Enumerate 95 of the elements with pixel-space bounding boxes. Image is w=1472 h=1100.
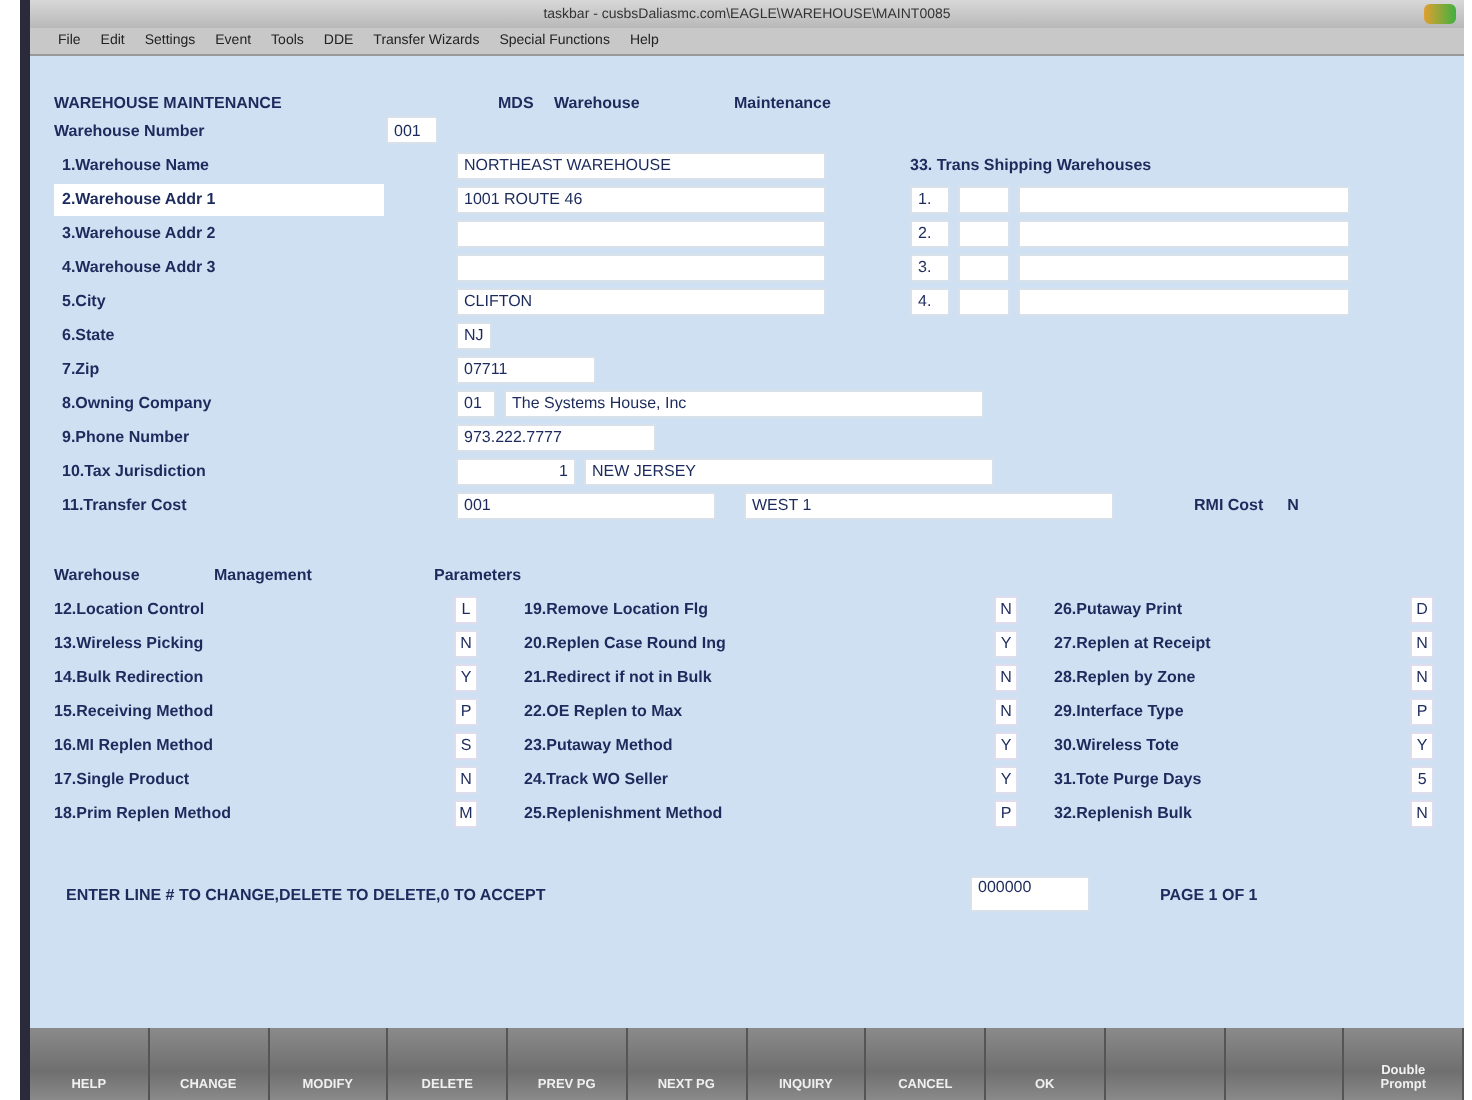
- parameter-value[interactable]: M: [454, 799, 478, 827]
- field-label: RMI Cost: [1194, 496, 1264, 514]
- input-field[interactable]: [1018, 253, 1350, 281]
- parameter-label: 21.Redirect if not in Bulk: [524, 668, 714, 686]
- parameter-value[interactable]: N: [1410, 799, 1434, 827]
- parameter-label: 27.Replen at Receipt: [1054, 634, 1213, 652]
- action-label: Maintenance: [734, 93, 831, 111]
- input-field[interactable]: 07711: [456, 355, 596, 383]
- field-label: 3.Warehouse Addr 2: [60, 222, 218, 246]
- parameter-label: 32.Replenish Bulk: [1054, 804, 1194, 822]
- field-label: 2.Warehouse Addr 1: [54, 183, 384, 215]
- parameter-label: 18.Prim Replen Method: [54, 804, 233, 822]
- parameter-label: 16.MI Replen Method: [54, 736, 216, 754]
- screen-title: WAREHOUSE MAINTENANCE: [54, 93, 284, 111]
- parameter-label: 28.Replen by Zone: [1054, 668, 1198, 686]
- parameter-label: 26.Putaway Print: [1054, 600, 1185, 618]
- input-field[interactable]: [456, 253, 826, 281]
- input-field[interactable]: 01: [456, 389, 496, 417]
- field-label: 8.Owning Company: [60, 392, 214, 416]
- input-field[interactable]: 1: [456, 457, 576, 485]
- prompt-text: ENTER LINE # TO CHANGE,DELETE TO DELETE,0 TO ACCEPT: [66, 885, 548, 903]
- page-indicator: PAGE 1 OF 1: [1160, 885, 1258, 903]
- parameter-value[interactable]: N: [1410, 629, 1434, 657]
- input-field[interactable]: [958, 185, 1010, 213]
- input-field[interactable]: 1001 ROUTE 46: [456, 185, 826, 213]
- parameter-value[interactable]: 5: [1410, 765, 1434, 793]
- input-field[interactable]: [1018, 185, 1350, 213]
- input-field[interactable]: [1018, 287, 1350, 315]
- input-field[interactable]: NEW JERSEY: [584, 457, 994, 485]
- input-field[interactable]: 973.222.7777: [456, 423, 656, 451]
- parameter-value[interactable]: L: [454, 595, 478, 623]
- parameter-value[interactable]: N: [1410, 663, 1434, 691]
- parameter-label: 29.Interface Type: [1054, 702, 1186, 720]
- parameter-label: 30.Wireless Tote: [1054, 736, 1181, 754]
- field-label: 4.Warehouse Addr 3: [60, 256, 218, 280]
- field-label: Warehouse Number: [54, 121, 207, 139]
- parameter-value[interactable]: S: [454, 731, 478, 759]
- field-label: 7.Zip: [60, 358, 102, 382]
- field-label: 10.Tax Jurisdiction: [60, 460, 208, 484]
- parameter-value[interactable]: N: [994, 663, 1018, 691]
- parameter-label: 25.Replenishment Method: [524, 804, 725, 822]
- field-label: 9.Phone Number: [60, 426, 192, 450]
- parameter-label: 23.Putaway Method: [524, 736, 675, 754]
- input-field[interactable]: 2.: [910, 219, 950, 247]
- subject-label: Warehouse: [554, 93, 642, 111]
- section-heading: Parameters: [434, 566, 522, 584]
- input-field[interactable]: WEST 1: [744, 491, 1114, 519]
- parameter-label: 13.Wireless Picking: [54, 634, 206, 652]
- parameter-value[interactable]: Y: [1410, 731, 1434, 759]
- parameter-label: 15.Receiving Method: [54, 702, 216, 720]
- input-field[interactable]: [1018, 219, 1350, 247]
- parameter-value[interactable]: D: [1410, 595, 1434, 623]
- parameter-label: 20.Replen Case Round Ing: [524, 634, 728, 652]
- section-title: 33. Trans Shipping Warehouses: [910, 154, 1154, 178]
- input-field[interactable]: CLIFTON: [456, 287, 826, 315]
- parameter-value[interactable]: N: [454, 629, 478, 657]
- parameter-value[interactable]: Y: [994, 731, 1018, 759]
- parameter-value[interactable]: P: [454, 697, 478, 725]
- parameter-value[interactable]: N: [994, 595, 1018, 623]
- input-field[interactable]: 3.: [910, 253, 950, 281]
- parameter-value[interactable]: P: [994, 799, 1018, 827]
- field-label: 1.Warehouse Name: [60, 154, 212, 178]
- parameter-value[interactable]: N: [454, 765, 478, 793]
- parameter-label: 22.OE Replen to Max: [524, 702, 685, 720]
- input-field[interactable]: 1.: [910, 185, 950, 213]
- parameter-label: 14.Bulk Redirection: [54, 668, 206, 686]
- parameter-label: 19.Remove Location Flg: [524, 600, 711, 618]
- input-field[interactable]: 4.: [910, 287, 950, 315]
- parameter-value[interactable]: P: [1410, 697, 1434, 725]
- parameter-label: 17.Single Product: [54, 770, 192, 788]
- input-field[interactable]: [958, 287, 1010, 315]
- parameter-value[interactable]: Y: [454, 663, 478, 691]
- parameter-value[interactable]: N: [994, 697, 1018, 725]
- parameter-label: 12.Location Control: [54, 600, 207, 618]
- section-heading: Warehouse: [54, 566, 142, 584]
- input-field[interactable]: 001: [456, 491, 716, 519]
- field-label: 11.Transfer Cost: [60, 494, 189, 518]
- input-field[interactable]: [958, 253, 1010, 281]
- parameter-value[interactable]: Y: [994, 765, 1018, 793]
- field-value: N: [1287, 496, 1299, 514]
- input-field[interactable]: [456, 219, 826, 247]
- window-controls-icon[interactable]: [1424, 4, 1456, 24]
- parameter-value[interactable]: Y: [994, 629, 1018, 657]
- module-label: MDS: [498, 93, 536, 111]
- input-field[interactable]: The Systems House, Inc: [504, 389, 984, 417]
- field-label: 6.State: [60, 324, 117, 348]
- input-field[interactable]: [958, 219, 1010, 247]
- input-field[interactable]: NORTHEAST WAREHOUSE: [456, 151, 826, 179]
- input-field[interactable]: 001: [386, 116, 438, 144]
- parameter-label: 24.Track WO Seller: [524, 770, 671, 788]
- field-label: 5.City: [60, 290, 108, 314]
- section-heading: Management: [214, 566, 314, 584]
- input-field[interactable]: 000000: [970, 876, 1090, 912]
- input-field[interactable]: NJ: [456, 321, 492, 349]
- parameter-label: 31.Tote Purge Days: [1054, 770, 1204, 788]
